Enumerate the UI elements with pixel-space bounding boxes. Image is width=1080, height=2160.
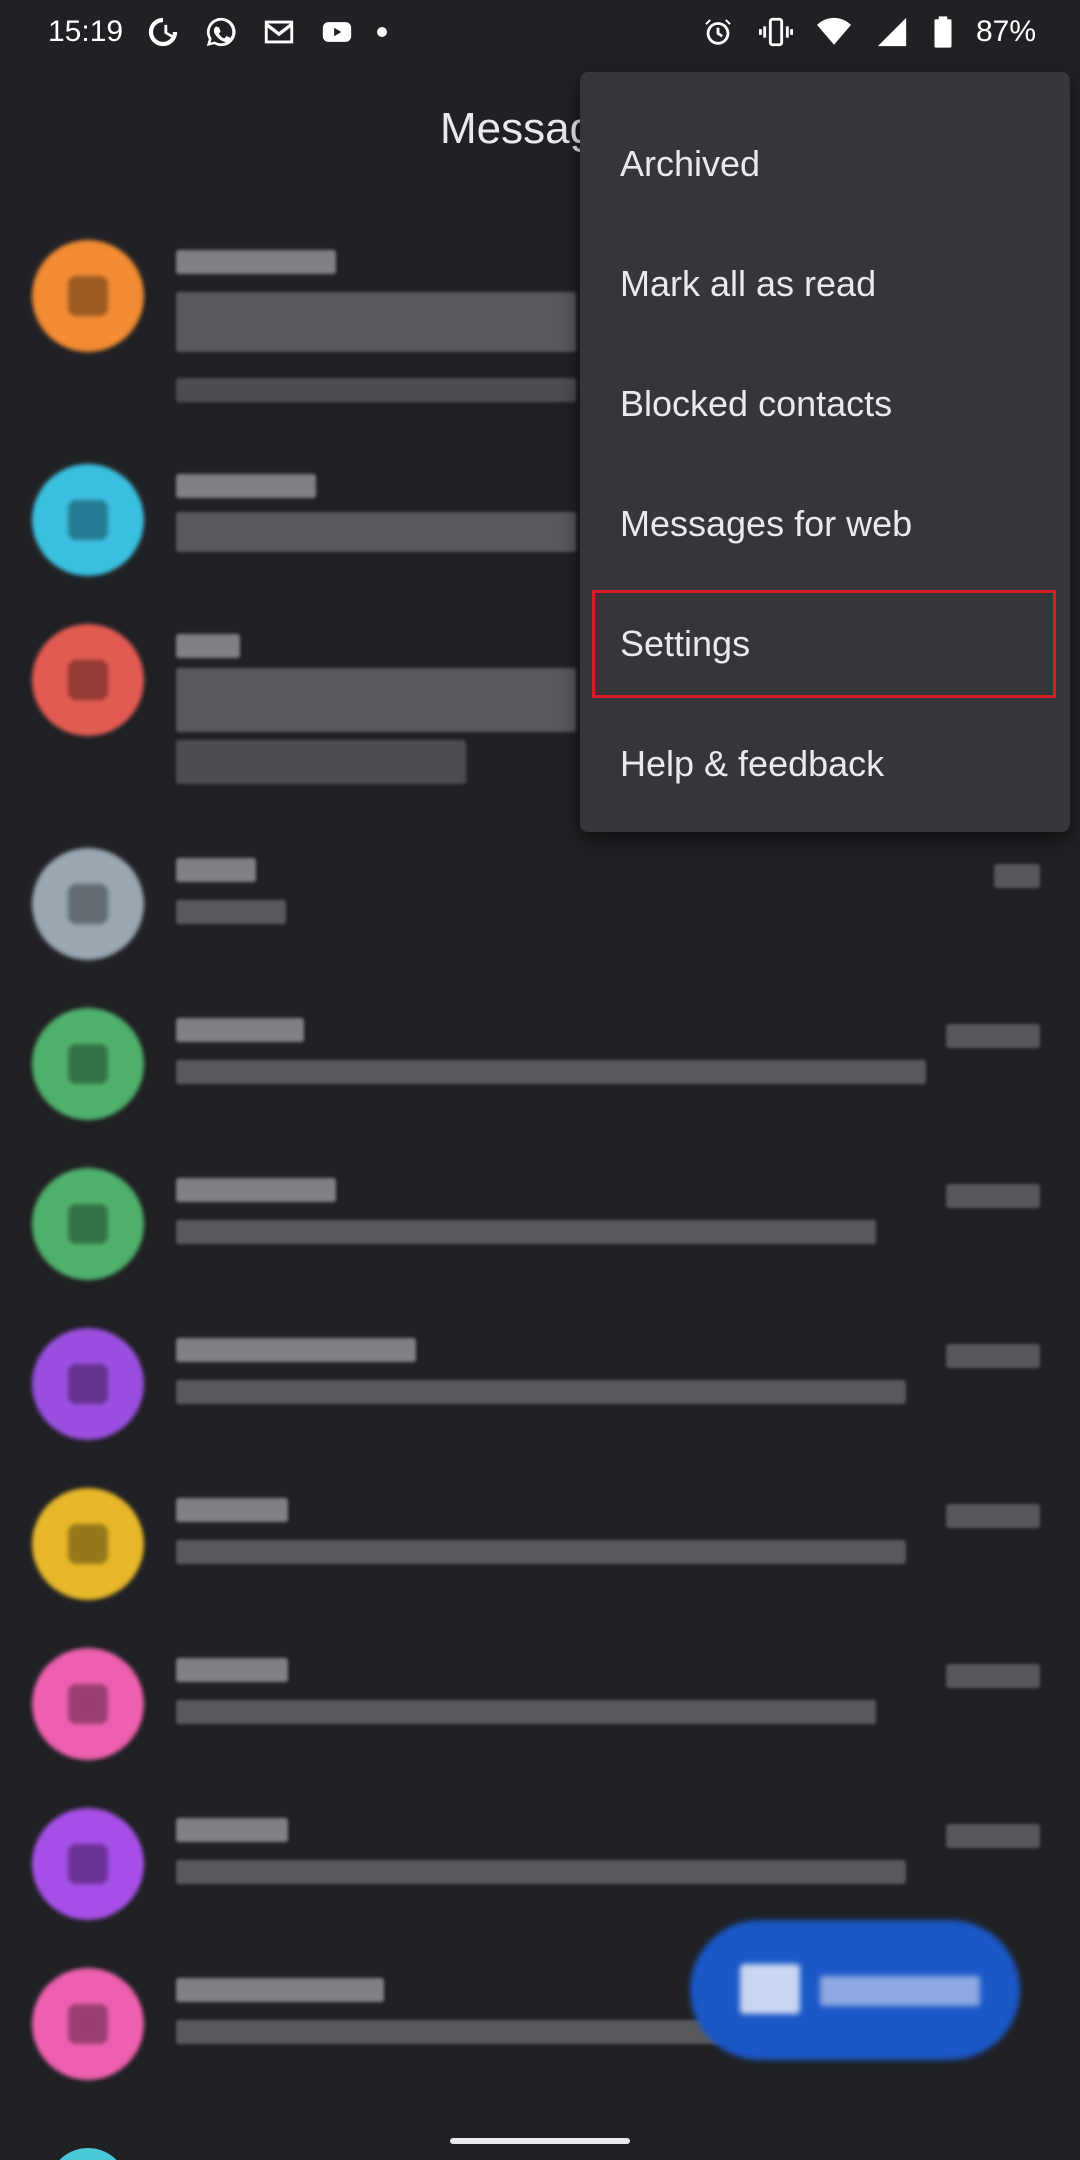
app-title: Messag — [440, 104, 595, 153]
avatar — [32, 464, 144, 576]
contact-name — [176, 1178, 336, 1202]
message-snippet — [176, 1060, 926, 1084]
message-snippet — [176, 1700, 876, 1724]
timestamp — [946, 1024, 1040, 1048]
avatar — [32, 1648, 144, 1760]
status-time: 15:19 — [48, 15, 124, 48]
contact-name — [176, 1338, 416, 1362]
gmail-icon — [261, 14, 297, 50]
chat-icon — [740, 1964, 800, 2014]
message-snippet — [176, 512, 576, 552]
signal-icon — [874, 14, 910, 50]
avatar — [32, 1328, 144, 1440]
whatsapp-icon — [203, 14, 239, 50]
avatar — [32, 1808, 144, 1920]
battery-icon — [932, 14, 954, 50]
menu-item-archived[interactable]: Archived — [580, 104, 1070, 224]
contact-name — [176, 250, 336, 274]
menu-item-help-feedback[interactable]: Help & feedback — [580, 704, 1070, 824]
contact-name — [176, 1018, 304, 1042]
menu-item-mark-all-read[interactable]: Mark all as read — [580, 224, 1070, 344]
conversation-item[interactable] — [0, 1628, 1080, 1788]
avatar — [32, 1968, 144, 2080]
battery-level: 87% — [975, 15, 1036, 48]
conversation-item[interactable] — [0, 1308, 1080, 1468]
menu-item-settings[interactable]: Settings — [580, 584, 1070, 704]
contact-name — [176, 634, 240, 658]
avatar — [32, 1488, 144, 1600]
youtube-icon — [319, 14, 355, 50]
contact-name — [176, 1658, 288, 1682]
avatar — [32, 624, 144, 736]
menu-item-messages-for-web[interactable]: Messages for web — [580, 464, 1070, 584]
avatar — [48, 2148, 128, 2160]
contact-name — [176, 858, 256, 882]
avatar — [32, 848, 144, 960]
conversation-item[interactable] — [0, 1468, 1080, 1628]
message-snippet — [176, 668, 576, 732]
timestamp — [946, 1824, 1040, 1848]
timestamp — [994, 864, 1040, 888]
menu-item-blocked-contacts[interactable]: Blocked contacts — [580, 344, 1070, 464]
message-snippet — [176, 378, 576, 402]
timestamp — [946, 1344, 1040, 1368]
message-snippet — [176, 1540, 906, 1564]
conversation-item[interactable] — [0, 1148, 1080, 1308]
conversation-item[interactable] — [0, 828, 1080, 988]
status-bar: 15:19 87% — [0, 0, 1080, 64]
status-left: 15:19 — [48, 14, 388, 50]
vibrate-icon — [758, 14, 794, 50]
timestamp — [946, 1664, 1040, 1688]
data-saver-icon — [145, 14, 181, 50]
alarm-icon — [700, 14, 736, 50]
timestamp — [946, 1184, 1040, 1208]
notification-dot-icon — [377, 27, 388, 37]
gesture-navigation-bar[interactable] — [450, 2138, 630, 2144]
message-snippet — [176, 1860, 906, 1884]
message-snippet — [176, 292, 576, 352]
messages-screen: 15:19 87% Messag Archived Mark all as re… — [0, 0, 1080, 2160]
contact-name — [176, 1818, 288, 1842]
start-chat-fab[interactable] — [690, 1920, 1020, 2060]
message-snippet — [176, 900, 286, 924]
avatar — [32, 240, 144, 352]
fab-label — [820, 1976, 980, 2006]
avatar — [32, 1168, 144, 1280]
timestamp — [946, 1504, 1040, 1528]
message-snippet — [176, 1380, 906, 1404]
contact-name — [176, 1498, 288, 1522]
message-snippet — [176, 1220, 876, 1244]
contact-name — [176, 474, 316, 498]
message-snippet — [176, 740, 466, 784]
contact-name — [176, 1978, 384, 2002]
status-right: 87% — [700, 14, 1036, 50]
conversation-item[interactable] — [0, 988, 1080, 1148]
overflow-menu: Archived Mark all as read Blocked contac… — [580, 72, 1070, 832]
wifi-icon — [816, 14, 852, 50]
avatar — [32, 1008, 144, 1120]
